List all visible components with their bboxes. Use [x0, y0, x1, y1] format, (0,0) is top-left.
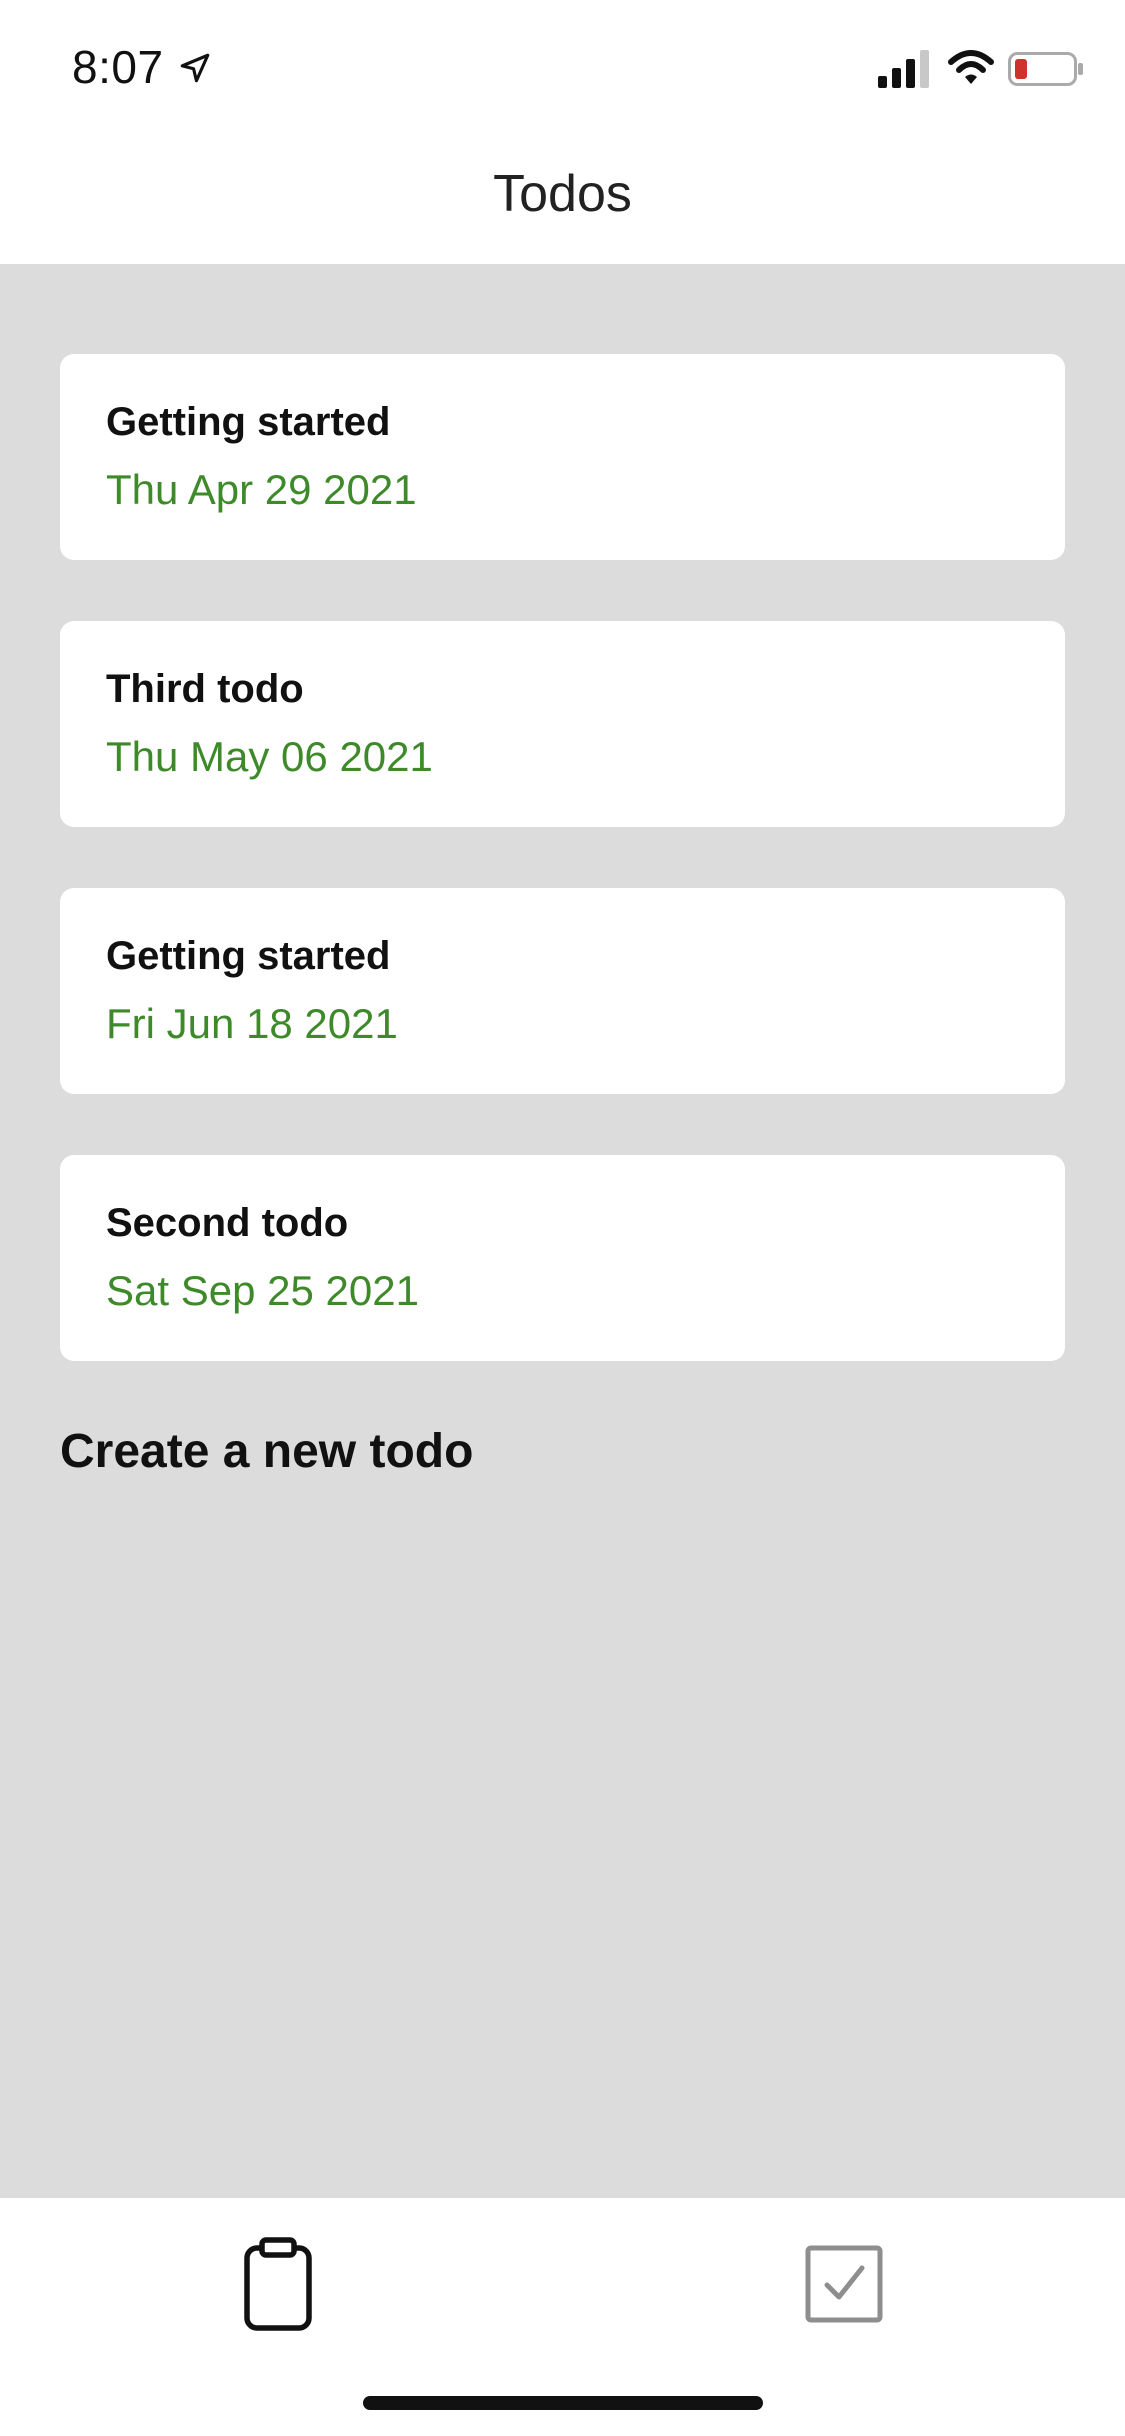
checkbox-icon [805, 2245, 883, 2323]
todo-date: Thu Apr 29 2021 [106, 466, 417, 513]
signal-icon [878, 50, 929, 88]
todo-date: Fri Jun 18 2021 [106, 1000, 398, 1047]
location-icon [180, 53, 210, 83]
page-title: Todos [493, 165, 632, 223]
todo-title: Getting started [106, 934, 391, 978]
todos-screen: 8:07 Todos Getting started Thu Apr 29 20… [0, 0, 1125, 2436]
todo-card[interactable]: Getting started Fri Jun 18 2021 [60, 888, 1065, 1094]
status-time: 8:07 [72, 41, 164, 93]
nav-bar: Todos [0, 132, 1125, 264]
todo-date: Thu May 06 2021 [106, 733, 433, 780]
todo-title: Second todo [106, 1201, 349, 1245]
todo-date: Sat Sep 25 2021 [106, 1267, 419, 1314]
create-todo-link[interactable]: Create a new todo [60, 1424, 473, 1479]
wifi-icon [948, 50, 994, 84]
todo-title: Getting started [106, 400, 391, 444]
todo-content: Getting started Thu Apr 29 2021 Third to… [0, 264, 1125, 2198]
home-indicator [363, 2396, 763, 2410]
status-bar: 8:07 [0, 0, 1125, 132]
tab-todos[interactable] [228, 2234, 328, 2334]
todo-card[interactable]: Getting started Thu Apr 29 2021 [60, 354, 1065, 560]
tab-completed[interactable] [794, 2234, 894, 2334]
todo-card[interactable]: Second todo Sat Sep 25 2021 [60, 1155, 1065, 1361]
todo-card[interactable]: Third todo Thu May 06 2021 [60, 621, 1065, 827]
battery-icon [1008, 52, 1083, 86]
todo-title: Third todo [106, 667, 304, 711]
todo-list: Getting started Thu Apr 29 2021 Third to… [60, 354, 1065, 1422]
clipboard-icon [244, 2237, 312, 2331]
